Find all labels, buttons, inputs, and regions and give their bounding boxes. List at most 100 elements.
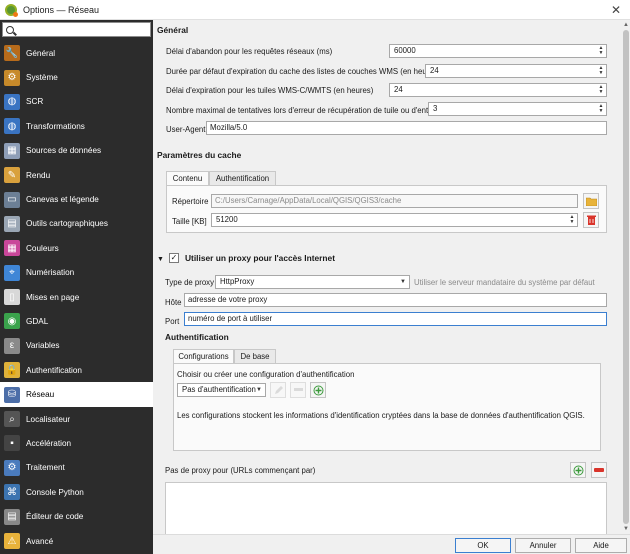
sidebar-item-label: Variables: [26, 341, 60, 351]
timeout-label: Délai d'abandon pour les requêtes réseau…: [166, 47, 333, 56]
edit-pencil-icon[interactable]: [270, 382, 286, 398]
sidebar-item[interactable]: ◉ GDAL: [0, 309, 153, 333]
spin-arrows-icon[interactable]: ▲ ▼: [596, 45, 606, 57]
settings-scroll-area[interactable]: Général Délai d'abandon pour les requête…: [153, 20, 622, 534]
sidebar-item[interactable]: ▦ Couleurs: [0, 236, 153, 260]
add-url-icon[interactable]: [570, 462, 586, 478]
sidebar-item[interactable]: ◍ Transformations: [0, 114, 153, 138]
globe-transform-icon: ◍: [4, 118, 20, 135]
spin-arrows-icon[interactable]: ▲ ▼: [596, 65, 606, 77]
proxy-host-input[interactable]: adresse de votre proxy: [184, 293, 607, 307]
scroll-thumb[interactable]: [623, 30, 629, 524]
sidebar-item[interactable]: ⚙ Système: [0, 65, 153, 89]
sidebar-item-label: Traitement: [26, 463, 65, 473]
tab-basic[interactable]: De base: [234, 349, 276, 364]
ok-button[interactable]: OK: [455, 538, 511, 553]
sidebar-item-label: Console Python: [26, 487, 84, 497]
help-button[interactable]: Aide: [575, 538, 627, 553]
canvas-icon: ▭: [4, 191, 20, 208]
spin-arrows-icon[interactable]: ▲ ▼: [596, 103, 606, 115]
dialog-footer: OK Annuler Aide: [153, 534, 630, 554]
retries-spinbox[interactable]: 3 ▲ ▼: [428, 102, 607, 116]
sidebar-item-label: Accélération: [26, 438, 72, 448]
timeout-value: 60000: [394, 46, 416, 55]
sidebar-item[interactable]: ⌕ Localisateur: [0, 407, 153, 431]
wms-cache-spinbox[interactable]: 24 ▲ ▼: [425, 64, 607, 78]
sidebar-item-label: Éditeur de code: [26, 512, 84, 522]
digitizing-icon: ⌖: [4, 264, 20, 281]
sidebar-item-label: Mises en page: [26, 292, 80, 302]
proxy-host-label: Hôte: [165, 298, 182, 307]
collapse-arrow-icon[interactable]: ▼: [157, 256, 167, 264]
auth-info-text: Les configurations stockent les informat…: [177, 411, 585, 420]
trash-icon[interactable]: [583, 212, 599, 228]
sidebar-item[interactable]: ⌘ Console Python: [0, 480, 153, 504]
timeout-spinbox[interactable]: 60000 ▲ ▼: [389, 44, 607, 58]
cache-size-label: Taille [KB]: [172, 217, 207, 226]
table-icon: ▦: [4, 142, 20, 159]
useragent-label: User-Agent: [166, 125, 206, 134]
sidebar-item[interactable]: 🔧 Général: [0, 41, 153, 65]
scroll-down-icon[interactable]: ▼: [623, 526, 629, 532]
wmts-spinbox[interactable]: 24 ▲ ▼: [389, 83, 607, 97]
sidebar: 🔧 Général ⚙ Système ◍ SCR ◍ Transformations ▦ Sou…: [0, 20, 153, 554]
sidebar-item[interactable]: ⌖ Numérisation: [0, 261, 153, 285]
sidebar-item[interactable]: ⚙ Traitement: [0, 456, 153, 480]
sidebar-item[interactable]: ⛁ Réseau: [0, 382, 153, 407]
add-config-icon[interactable]: [310, 382, 326, 398]
remove-url-icon[interactable]: [591, 462, 607, 478]
spin-arrows-icon[interactable]: ▲ ▼: [567, 214, 577, 226]
code-editor-icon: ▤: [4, 508, 20, 525]
sidebar-item[interactable]: ✎ Rendu: [0, 163, 153, 187]
no-proxy-label: Pas de proxy pour (URLs commençant par): [165, 466, 316, 475]
proxy-type-label: Type de proxy: [165, 278, 214, 287]
sidebar-item[interactable]: ▯ Mises en page: [0, 285, 153, 309]
wmts-value: 24: [394, 85, 403, 94]
layout-icon: ▯: [4, 289, 20, 306]
tab-cache-auth[interactable]: Authentification: [209, 171, 276, 186]
python-icon: ⌘: [4, 484, 20, 501]
folder-icon[interactable]: [583, 193, 599, 209]
sidebar-item[interactable]: ⚠ Avancé: [0, 529, 153, 553]
sidebar-item[interactable]: ◍ SCR: [0, 90, 153, 114]
sidebar-item[interactable]: ε Variables: [0, 334, 153, 358]
proxy-type-select[interactable]: HttpProxy ▼: [215, 275, 410, 289]
scroll-up-icon[interactable]: ▲: [623, 22, 629, 28]
magnifier-icon: ⌕: [4, 411, 20, 428]
search-input[interactable]: [2, 22, 151, 37]
sidebar-item[interactable]: ▭ Canevas et légende: [0, 187, 153, 211]
proxy-port-input[interactable]: numéro de port à utiliser: [184, 312, 607, 326]
sidebar-nav: 🔧 Général ⚙ Système ◍ SCR ◍ Transformations ▦ Sou…: [0, 41, 153, 553]
system-proxy-note: Utiliser le serveur mandataire du systèm…: [414, 278, 595, 287]
sidebar-item[interactable]: 🔒 Authentification: [0, 358, 153, 382]
network-icon: ⛁: [4, 386, 20, 403]
gdal-icon: ◉: [4, 313, 20, 330]
sidebar-item[interactable]: ▤ Outils cartographiques: [0, 212, 153, 236]
wmts-label: Délai d'expiration pour les tuiles WMS-C…: [166, 86, 374, 95]
proxy-checkbox[interactable]: ✓: [169, 253, 179, 263]
tab-cache-content[interactable]: Contenu: [166, 171, 209, 186]
sidebar-item[interactable]: ▦ Sources de données: [0, 139, 153, 163]
auth-config-value: Pas d'authentification: [182, 385, 256, 394]
sidebar-item[interactable]: ▪ Accélération: [0, 431, 153, 455]
proxy-port-label: Port: [165, 317, 180, 326]
cache-size-spinbox[interactable]: 51200 ▲ ▼: [211, 213, 578, 227]
vertical-scrollbar[interactable]: ▲ ▼: [622, 20, 630, 534]
section-general-title: Général: [157, 25, 189, 35]
sidebar-item-label: Canevas et légende: [26, 195, 99, 205]
sidebar-item[interactable]: ▤ Éditeur de code: [0, 504, 153, 528]
useragent-input[interactable]: Mozilla/5.0: [206, 121, 607, 135]
spin-arrows-icon[interactable]: ▲ ▼: [596, 84, 606, 96]
auth-config-select[interactable]: Pas d'authentification ▼: [177, 383, 266, 397]
tab-configurations[interactable]: Configurations: [173, 349, 234, 364]
sidebar-item-label: Couleurs: [26, 243, 59, 253]
proxy-title[interactable]: Utiliser un proxy pour l'accès Internet: [185, 253, 335, 263]
remove-icon[interactable]: [290, 382, 306, 398]
sidebar-item-label: Outils cartographiques: [26, 219, 108, 229]
no-proxy-url-list[interactable]: [165, 482, 607, 534]
cancel-button[interactable]: Annuler: [515, 538, 571, 553]
lock-icon: 🔒: [4, 362, 20, 379]
close-icon[interactable]: ✕: [608, 2, 624, 18]
qgis-logo-icon: [5, 3, 18, 17]
cache-dir-input[interactable]: C:/Users/Carnage/AppData/Local/QGIS/QGIS…: [211, 194, 578, 208]
